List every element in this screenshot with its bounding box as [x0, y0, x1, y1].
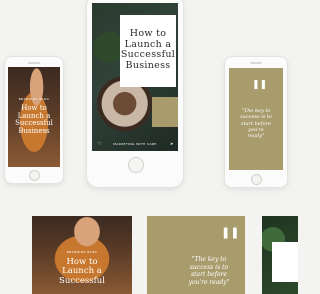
brand-label: BRANDING BLOG	[66, 250, 98, 254]
post-1-title: How to Launch a Successful	[52, 257, 112, 286]
left-title: How to Launch a Successful Business	[12, 104, 56, 136]
white-panel	[272, 242, 298, 282]
brand-label: BRANDING BLOG	[18, 97, 50, 101]
left-phone-screen: BRANDING BLOG How to Launch a Successful…	[8, 67, 60, 167]
post-card-1: BRANDING BLOG How to Launch a Successful	[32, 216, 132, 294]
home-button[interactable]	[251, 174, 262, 185]
main-phone-screen: How to Launch a Successful Business MARK…	[92, 3, 178, 151]
speaker	[28, 62, 40, 64]
home-button[interactable]	[29, 170, 40, 181]
right-phone: ❚❚ "The key to success is to start befor…	[224, 56, 288, 188]
quote-icon: ❚❚	[252, 80, 268, 90]
main-footer-text: MARKETING WITH CARE	[113, 142, 157, 146]
title-line: Business	[125, 59, 171, 71]
right-phone-screen: ❚❚ "The key to success is to start befor…	[229, 68, 283, 170]
title-line: Successful	[59, 275, 105, 286]
right-quote: "The key to success is to start before y…	[233, 108, 279, 139]
speaker	[250, 62, 262, 64]
title-line: Business	[18, 127, 50, 136]
send-icon: ➤	[170, 141, 174, 146]
quote-line: ready"	[247, 133, 265, 139]
accent-block	[152, 97, 178, 127]
left-phone: BRANDING BLOG How to Launch a Successful…	[4, 56, 64, 184]
post-card-2: ❚❚ "The key to success is to start befor…	[147, 216, 245, 294]
main-phone: How to Launch a Successful Business MARK…	[86, 0, 184, 188]
home-button[interactable]	[128, 157, 144, 173]
quote-line: "The key to	[191, 256, 227, 263]
quote-line: you're ready"	[188, 278, 230, 286]
post-card-3	[262, 216, 298, 294]
quote-line: start before	[191, 271, 227, 278]
quote-icon: ❚❚	[221, 226, 240, 239]
quote-line: success is to	[189, 263, 229, 271]
post-2-quote: "The key to success is to start before y…	[177, 256, 241, 286]
heart-icon: ♡	[98, 141, 102, 146]
main-title-card: How to Launch a Successful Business	[120, 15, 176, 87]
